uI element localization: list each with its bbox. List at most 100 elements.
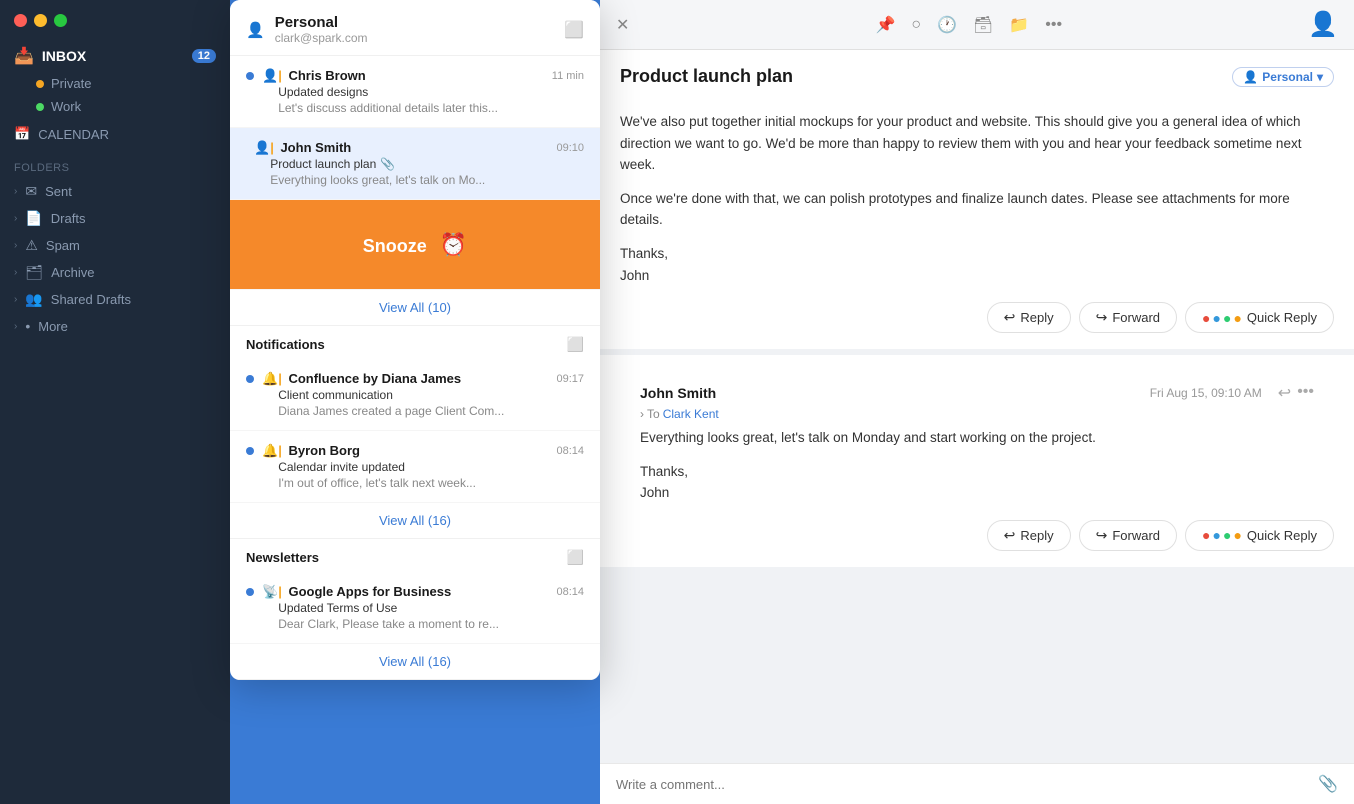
panel-account-title: Personal bbox=[275, 14, 368, 31]
email-time: 11 min bbox=[552, 70, 584, 82]
pin-icon[interactable]: 📌 bbox=[875, 15, 895, 35]
person-tag-icon: 👤 bbox=[1243, 70, 1258, 84]
message-p1: We've also put together initial mockups … bbox=[620, 111, 1334, 176]
email-content: | Confluence by Diana James 09:17 Client… bbox=[278, 371, 584, 418]
thread-title: Product launch plan bbox=[620, 66, 793, 87]
email-sender: | John Smith bbox=[270, 140, 351, 155]
priority-icon: | bbox=[270, 140, 274, 155]
unread-dot bbox=[246, 375, 254, 383]
email-subject: Updated Terms of Use bbox=[278, 601, 584, 615]
email-preview: Diana James created a page Client Com... bbox=[278, 404, 538, 418]
snooze-clock-icon: ⏰ bbox=[440, 232, 467, 257]
reply-forward-icons: ↩ ••• bbox=[1278, 383, 1314, 403]
sidebar-item-spam[interactable]: › ⚠ Spam bbox=[0, 232, 230, 259]
compose-bar: 📎 bbox=[600, 763, 1354, 804]
view-all-notifications-link[interactable]: View All (16) bbox=[230, 503, 600, 539]
email-item-google-apps[interactable]: 📡 | Google Apps for Business 08:14 Updat… bbox=[230, 572, 600, 644]
avatar-icon: 👤 bbox=[254, 140, 270, 187]
inbox-label: INBOX bbox=[42, 48, 86, 64]
sidebar-item-shared-drafts[interactable]: › 👥 Shared Drafts bbox=[0, 286, 230, 313]
sidebar-item-calendar[interactable]: 📅 CALENDAR bbox=[0, 120, 230, 148]
bell-icon: 🔔 bbox=[262, 371, 278, 418]
newsletters-archive-icon[interactable]: ⬜ bbox=[567, 549, 584, 566]
quick-reply-icon: ●●●● bbox=[1202, 527, 1242, 543]
more-icon: • bbox=[25, 318, 30, 334]
email-sender: | Confluence by Diana James bbox=[278, 371, 461, 386]
snooze-item[interactable]: Snooze ⏰ bbox=[230, 200, 600, 290]
person-icon: 👤 bbox=[246, 21, 265, 39]
compose-attach-icon[interactable]: 📎 bbox=[1318, 774, 1338, 794]
close-pane-icon[interactable]: ✕ bbox=[616, 15, 629, 35]
chevron-icon: › bbox=[14, 240, 17, 251]
panel-close-icon[interactable]: ⬜ bbox=[564, 20, 584, 40]
spam-icon: ⚠ bbox=[25, 237, 38, 254]
email-item-john-smith[interactable]: 👤 | John Smith 09:10 Product launch plan… bbox=[230, 128, 600, 200]
folder-icon[interactable]: 📁 bbox=[1009, 15, 1029, 35]
sidebar-item-inbox[interactable]: 📥 INBOX 12 bbox=[0, 40, 230, 72]
forward-icon: ↪ bbox=[1096, 527, 1108, 544]
panel-personal-header: 👤 Personal clark@spark.com ⬜ bbox=[230, 0, 600, 56]
compose-input[interactable] bbox=[616, 777, 1318, 792]
priority-icon: | bbox=[278, 68, 282, 83]
calendar-label: CALENDAR bbox=[38, 127, 109, 142]
reply-small-icon[interactable]: ↩ bbox=[1278, 383, 1291, 403]
reply-button-1[interactable]: ↩ Reply bbox=[987, 302, 1071, 333]
sidebar-item-archive[interactable]: › 🗂 Archive bbox=[0, 259, 230, 286]
email-time: 09:17 bbox=[556, 373, 584, 385]
personal-tag-label: Personal bbox=[1262, 70, 1313, 84]
chevron-icon: › bbox=[14, 294, 17, 305]
more-options-icon[interactable]: ••• bbox=[1045, 16, 1062, 34]
email-item-chris-brown[interactable]: 👤 | Chris Brown 11 min Updated designs L… bbox=[230, 56, 600, 128]
forward-button-1[interactable]: ↪ Forward bbox=[1079, 302, 1177, 333]
newsletters-section-header: Newsletters ⬜ bbox=[230, 539, 600, 572]
work-dot bbox=[36, 103, 44, 111]
fullscreen-button[interactable] bbox=[54, 14, 67, 27]
drafts-icon: 📄 bbox=[25, 210, 42, 227]
minimize-button[interactable] bbox=[34, 14, 47, 27]
close-button[interactable] bbox=[14, 14, 27, 27]
sidebar-item-work[interactable]: Work bbox=[0, 95, 230, 118]
circle-icon[interactable]: ○ bbox=[911, 16, 921, 34]
email-subject: Product launch plan 📎 bbox=[270, 157, 584, 171]
message-signature: Thanks, John bbox=[620, 243, 1334, 286]
sidebar-item-private[interactable]: Private bbox=[0, 72, 230, 95]
email-item-confluence[interactable]: 🔔 | Confluence by Diana James 09:17 Clie… bbox=[230, 359, 600, 431]
snooze-label: Snooze ⏰ bbox=[363, 236, 467, 256]
more-label: More bbox=[38, 319, 68, 334]
message-card-2: John Smith Fri Aug 15, 09:10 AM ↩ ••• › … bbox=[600, 355, 1354, 573]
sidebar-item-sent[interactable]: › ✉ Sent bbox=[0, 178, 230, 205]
forward-button-2[interactable]: ↪ Forward bbox=[1079, 520, 1177, 551]
notifications-section-header: Notifications ⬜ bbox=[230, 326, 600, 359]
sidebar-item-more[interactable]: › • More bbox=[0, 313, 230, 339]
quick-reply-button-2[interactable]: ●●●● Quick Reply bbox=[1185, 520, 1334, 551]
more-small-icon[interactable]: ••• bbox=[1297, 383, 1314, 403]
view-all-newsletters-link[interactable]: View All (16) bbox=[230, 644, 600, 680]
notifications-archive-icon[interactable]: ⬜ bbox=[567, 336, 584, 353]
view-all-personal-link[interactable]: View All (10) bbox=[230, 290, 600, 326]
thread-title-row: Product launch plan 👤 Personal ▾ bbox=[600, 50, 1354, 95]
clock-icon[interactable]: 🕐 bbox=[937, 15, 957, 35]
email-time: 08:14 bbox=[556, 586, 584, 598]
user-avatar[interactable]: 👤 bbox=[1308, 10, 1338, 39]
quick-reply-icon: ●●●● bbox=[1202, 310, 1242, 326]
quick-reply-button-1[interactable]: ●●●● Quick Reply bbox=[1185, 302, 1334, 333]
inbox-badge: 12 bbox=[192, 49, 216, 63]
sidebar: 📥 INBOX 12 Private Work 📅 CALENDAR Folde… bbox=[0, 0, 230, 804]
priority-icon: | bbox=[278, 584, 282, 599]
email-content: | Chris Brown 11 min Updated designs Let… bbox=[278, 68, 584, 115]
archive-icon[interactable]: 🗃 bbox=[973, 15, 993, 35]
email-time: 09:10 bbox=[556, 142, 584, 154]
sidebar-item-drafts[interactable]: › 📄 Drafts bbox=[0, 205, 230, 232]
unread-dot bbox=[246, 447, 254, 455]
sent-label: Sent bbox=[45, 184, 72, 199]
bell-icon: 🔔 bbox=[262, 443, 278, 490]
message-card-1: We've also put together initial mockups … bbox=[600, 95, 1354, 355]
to-clark-kent[interactable]: Clark Kent bbox=[663, 407, 719, 421]
email-item-byron-borg[interactable]: 🔔 | Byron Borg 08:14 Calendar invite upd… bbox=[230, 431, 600, 503]
archive-label: Archive bbox=[51, 265, 94, 280]
email-sender: | Chris Brown bbox=[278, 68, 366, 83]
email-content: | Byron Borg 08:14 Calendar invite updat… bbox=[278, 443, 584, 490]
personal-tag[interactable]: 👤 Personal ▾ bbox=[1232, 67, 1334, 87]
reply-button-2[interactable]: ↩ Reply bbox=[987, 520, 1071, 551]
email-preview: Let's discuss additional details later t… bbox=[278, 101, 538, 115]
